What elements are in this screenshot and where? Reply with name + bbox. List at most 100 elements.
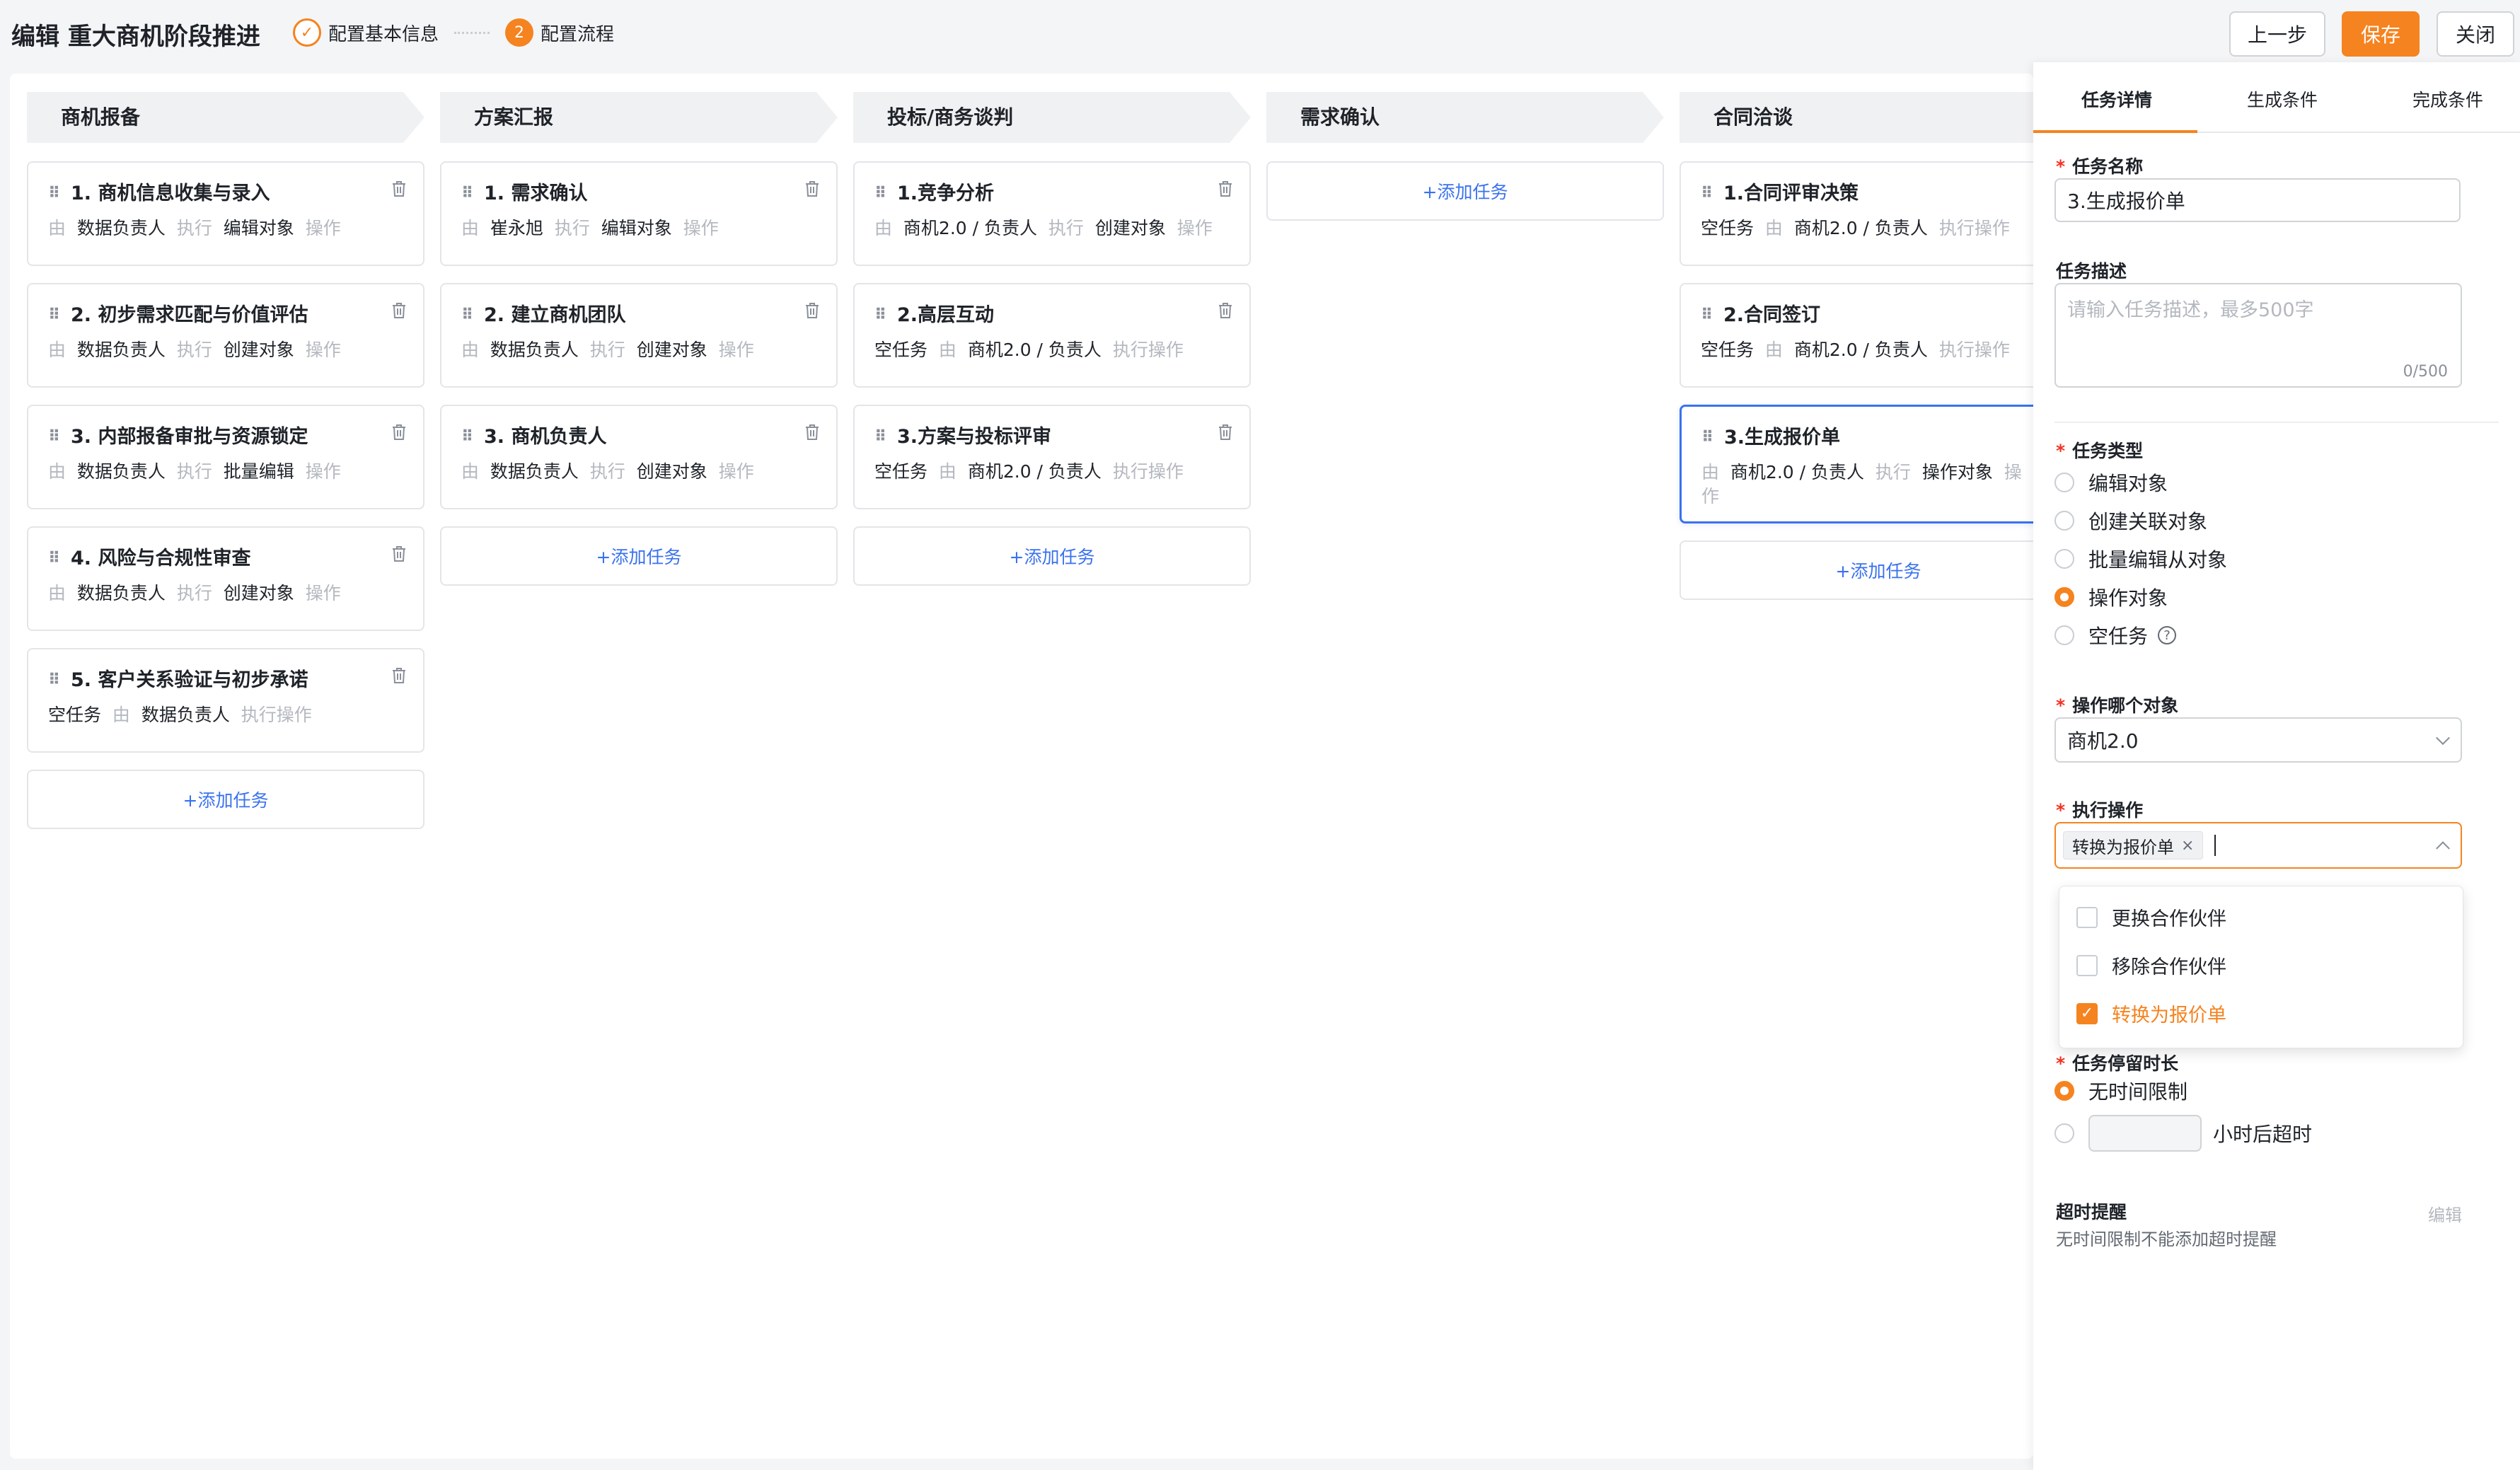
step-2-label[interactable]: 配置流程 bbox=[541, 20, 614, 46]
task-card-list: +添加任务 bbox=[1266, 161, 1664, 221]
close-button[interactable]: 关闭 bbox=[2437, 11, 2514, 57]
action-option[interactable]: 更换合作伙伴 bbox=[2076, 903, 2226, 931]
tab-complete-condition[interactable]: 完成条件 bbox=[2412, 86, 2483, 112]
tab-generate-condition[interactable]: 生成条件 bbox=[2247, 86, 2318, 112]
task-card[interactable]: ⠿ 4. 风险与合规性审查由 数据负责人 执行 创建对象 操作 bbox=[27, 526, 424, 631]
task-name-input[interactable]: 3.生成报价单 bbox=[2054, 178, 2461, 222]
drag-handle-icon[interactable]: ⠿ bbox=[874, 424, 891, 450]
task-card-meta: 空任务 由 商机2.0 / 负责人 执行操作 bbox=[1701, 338, 2033, 362]
task-title-text: 3.方案与投标评审 bbox=[897, 426, 1052, 448]
add-task-button[interactable]: +添加任务 bbox=[1266, 161, 1664, 221]
radio-circle bbox=[2054, 511, 2074, 531]
task-detail-panel: 任务详情 生成条件 完成条件 * 任务名称 3.生成报价单 任务描述 请输入任务描… bbox=[2033, 62, 2520, 1470]
task-card-meta: 由 商机2.0 / 负责人 执行 创建对象 操作 bbox=[874, 216, 1213, 241]
stage-header[interactable]: 投标/商务谈判 bbox=[853, 92, 1251, 143]
delete-icon[interactable] bbox=[1217, 180, 1234, 198]
meta-text: 由 bbox=[1701, 462, 1720, 482]
task-card[interactable]: ⠿ 3.生成报价单由 商机2.0 / 负责人 执行 操作对象 操作 bbox=[1680, 405, 2033, 523]
drag-handle-icon[interactable]: ⠿ bbox=[48, 424, 65, 450]
action-option[interactable]: 移除合作伙伴 bbox=[2076, 951, 2226, 979]
task-card[interactable]: ⠿ 3. 商机负责人由 数据负责人 执行 创建对象 操作 bbox=[440, 405, 838, 509]
stage-header[interactable]: 合同洽谈 bbox=[1680, 92, 2033, 143]
task-card[interactable]: ⠿ 1. 需求确认由 崔永旭 执行 编辑对象 操作 bbox=[440, 161, 838, 266]
add-task-button[interactable]: +添加任务 bbox=[27, 770, 424, 829]
checkbox[interactable]: ✓ bbox=[2076, 1002, 2098, 1024]
delete-icon[interactable] bbox=[391, 545, 408, 563]
previous-step-button[interactable]: 上一步 bbox=[2229, 11, 2325, 57]
drag-handle-icon[interactable]: ⠿ bbox=[1701, 181, 1718, 207]
add-task-button[interactable]: +添加任务 bbox=[853, 526, 1251, 586]
task-type-radio[interactable]: 批量编辑从对象 bbox=[2054, 545, 2227, 573]
delete-icon[interactable] bbox=[804, 180, 821, 198]
task-card[interactable]: ⠿ 2.合同签订 空任务 由 商机2.0 / 负责人 执行操作 bbox=[1680, 283, 2033, 388]
task-type-radio[interactable]: 操作对象 bbox=[2054, 583, 2168, 611]
task-type-radio[interactable]: 编辑对象 bbox=[2054, 468, 2168, 497]
stage-header[interactable]: 商机报备 bbox=[27, 92, 424, 143]
drag-handle-icon[interactable]: ⠿ bbox=[48, 303, 65, 328]
stay-no-limit-radio[interactable]: 无时间限制 bbox=[2054, 1077, 2187, 1105]
task-type-radio[interactable]: 创建关联对象 bbox=[2054, 507, 2207, 535]
execute-action-multiselect[interactable]: 转换为报价单 × bbox=[2054, 822, 2462, 869]
drag-handle-icon[interactable]: ⠿ bbox=[48, 546, 65, 572]
operate-object-select[interactable]: 商机2.0 bbox=[2054, 717, 2462, 763]
action-option[interactable]: ✓ 转换为报价单 bbox=[2076, 1000, 2226, 1027]
task-desc-textarea[interactable]: 请输入任务描述，最多500字 0/500 bbox=[2054, 283, 2462, 388]
drag-handle-icon[interactable]: ⠿ bbox=[461, 424, 478, 450]
drag-handle-icon[interactable]: ⠿ bbox=[461, 303, 478, 328]
meta-text: 由 bbox=[461, 218, 480, 238]
execute-action-dropdown: 更换合作伙伴 移除合作伙伴 ✓ 转换为报价单 bbox=[2059, 886, 2463, 1048]
drag-handle-icon[interactable]: ⠿ bbox=[461, 181, 478, 207]
stay-hours-radio[interactable]: 小时后超时 bbox=[2054, 1115, 2312, 1152]
stage-header[interactable]: 方案汇报 bbox=[440, 92, 838, 143]
meta-text: 由 bbox=[938, 340, 956, 360]
meta-text: 编辑对象 bbox=[601, 218, 672, 238]
task-card[interactable]: ⠿ 2. 建立商机团队由 数据负责人 执行 创建对象 操作 bbox=[440, 283, 838, 388]
task-card[interactable]: ⠿ 5. 客户关系验证与初步承诺 空任务 由 数据负责人 执行操作 bbox=[27, 648, 424, 753]
save-button[interactable]: 保存 bbox=[2342, 11, 2420, 57]
delete-icon[interactable] bbox=[391, 423, 408, 441]
task-card[interactable]: ⠿ 1. 商机信息收集与录入由 数据负责人 执行 编辑对象 操作 bbox=[27, 161, 424, 266]
task-card[interactable]: ⠿ 2.高层互动 空任务 由 商机2.0 / 负责人 执行操作 bbox=[853, 283, 1251, 388]
delete-icon[interactable] bbox=[1217, 301, 1234, 320]
meta-text: 由 bbox=[874, 218, 893, 238]
tab-task-detail[interactable]: 任务详情 bbox=[2081, 86, 2152, 112]
delete-icon[interactable] bbox=[804, 301, 821, 320]
help-icon[interactable]: ? bbox=[2158, 626, 2177, 644]
delete-icon[interactable] bbox=[391, 666, 408, 685]
tag-close-icon[interactable]: × bbox=[2181, 837, 2194, 855]
meta-text: 操作 bbox=[305, 218, 341, 238]
checkbox[interactable] bbox=[2076, 906, 2098, 928]
drag-handle-icon[interactable]: ⠿ bbox=[48, 181, 65, 207]
task-card[interactable]: ⠿ 3.方案与投标评审 空任务 由 商机2.0 / 负责人 执行操作 bbox=[853, 405, 1251, 509]
drag-handle-icon[interactable]: ⠿ bbox=[874, 303, 891, 328]
drag-handle-icon[interactable]: ⠿ bbox=[48, 668, 65, 693]
delete-icon[interactable] bbox=[1217, 423, 1234, 441]
meta-text: 由 bbox=[48, 340, 67, 360]
meta-text: 由 bbox=[461, 461, 480, 482]
meta-text: 商机2.0 / 负责人 bbox=[903, 218, 1037, 238]
meta-text: 执行 bbox=[554, 218, 590, 238]
drag-handle-icon[interactable]: ⠿ bbox=[1701, 425, 1718, 451]
task-card[interactable]: ⠿ 2. 初步需求匹配与价值评估由 数据负责人 执行 创建对象 操作 bbox=[27, 283, 424, 388]
drag-handle-icon[interactable]: ⠿ bbox=[1701, 303, 1718, 328]
timeout-edit-link[interactable]: 编辑 bbox=[2428, 1201, 2462, 1226]
task-card[interactable]: ⠿ 1.合同评审决策 空任务 由 商机2.0 / 负责人 执行操作 bbox=[1680, 161, 2033, 266]
add-task-button[interactable]: +添加任务 bbox=[1680, 540, 2033, 600]
meta-text: 执行操作 bbox=[1938, 340, 2010, 360]
delete-icon[interactable] bbox=[804, 423, 821, 441]
delete-icon[interactable] bbox=[391, 301, 408, 320]
radio-label: 创建关联对象 bbox=[2088, 510, 2208, 533]
step-1-label[interactable]: 配置基本信息 bbox=[328, 20, 439, 46]
task-card[interactable]: ⠿ 1.竞争分析由 商机2.0 / 负责人 执行 创建对象 操作 bbox=[853, 161, 1251, 266]
task-title-text: 1. 商机信息收集与录入 bbox=[71, 183, 270, 204]
add-task-button[interactable]: +添加任务 bbox=[440, 526, 838, 586]
hours-input[interactable] bbox=[2088, 1115, 2202, 1152]
delete-icon[interactable] bbox=[391, 180, 408, 198]
drag-handle-icon[interactable]: ⠿ bbox=[874, 181, 891, 207]
meta-text: 编辑对象 bbox=[223, 218, 294, 238]
task-card-meta: 空任务 由 数据负责人 执行操作 bbox=[48, 703, 386, 727]
checkbox[interactable] bbox=[2076, 954, 2098, 976]
task-type-radio[interactable]: 空任务? bbox=[2054, 621, 2177, 649]
stage-header[interactable]: 需求确认 bbox=[1266, 92, 1664, 143]
task-card[interactable]: ⠿ 3. 内部报备审批与资源锁定由 数据负责人 执行 批量编辑 操作 bbox=[27, 405, 424, 509]
